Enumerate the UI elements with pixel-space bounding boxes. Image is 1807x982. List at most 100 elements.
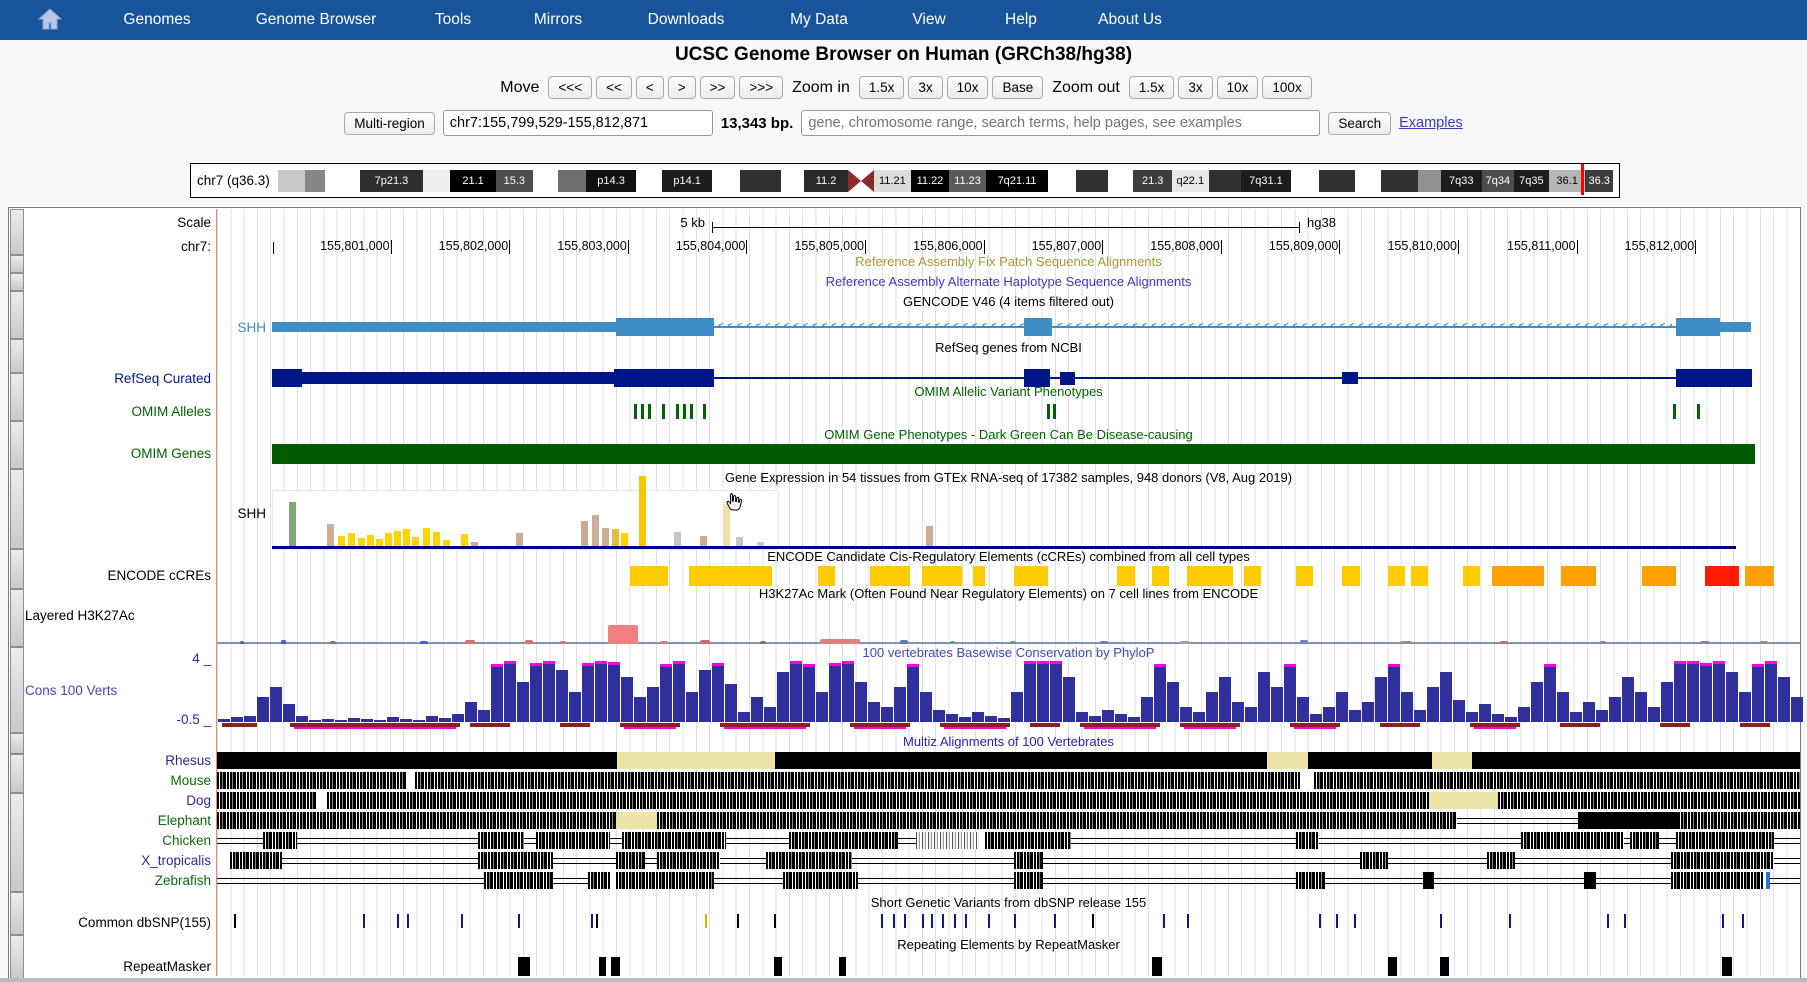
alignment-block[interactable]	[327, 792, 1429, 809]
alignment-block[interactable]	[616, 872, 714, 889]
snp-variant-tick[interactable]	[893, 914, 895, 928]
repeat-element[interactable]	[839, 957, 846, 976]
repeat-element[interactable]	[518, 957, 530, 976]
ccre-element[interactable]	[630, 566, 668, 586]
phylop-bar[interactable]	[1492, 714, 1504, 722]
track-drag-handle[interactable]	[10, 255, 24, 273]
phylop-bar[interactable]	[1440, 672, 1452, 722]
phylop-bar[interactable]	[1245, 707, 1257, 722]
gtex-expression-bar[interactable]	[639, 476, 646, 546]
snp-variant-tick[interactable]	[1607, 914, 1609, 928]
phylop-bar[interactable]	[1427, 687, 1439, 722]
alignment-block[interactable]	[1498, 792, 1800, 809]
alignment-block[interactable]	[1671, 852, 1774, 869]
ccre-element[interactable]	[870, 566, 910, 586]
omim-allele-variant[interactable]	[641, 404, 644, 419]
h3k27ac-peak[interactable]	[281, 640, 286, 644]
phylop-bar[interactable]	[725, 684, 737, 722]
snp-variant-tick[interactable]	[1054, 914, 1056, 928]
alignment-block[interactable]	[657, 812, 1457, 829]
refseq-shh-exon[interactable]	[1024, 369, 1050, 387]
snp-variant-tick[interactable]	[1509, 914, 1511, 928]
ccre-element[interactable]	[1561, 566, 1596, 586]
phylop-bar[interactable]	[1310, 714, 1322, 722]
h3k27ac-peak[interactable]	[900, 640, 908, 644]
alignment-block[interactable]	[985, 832, 1071, 849]
omim-allele-variant[interactable]	[662, 404, 665, 419]
snp-variant-tick[interactable]	[881, 914, 883, 928]
phylop-bar[interactable]	[517, 682, 529, 722]
phylop-bar[interactable]	[1063, 677, 1075, 722]
gtex-expression-bar[interactable]	[327, 524, 334, 546]
ccre-element[interactable]	[1388, 566, 1405, 586]
snp-variant-tick[interactable]	[954, 914, 956, 928]
gtex-expression-bar[interactable]	[348, 533, 355, 546]
species-label[interactable]: Mouse	[25, 773, 211, 789]
alignment-block[interactable]	[1584, 872, 1596, 889]
h3k27ac-peak[interactable]	[1100, 641, 1108, 644]
gtex-expression-bar[interactable]	[516, 533, 523, 546]
gtex-expression-bar[interactable]	[602, 528, 609, 546]
phylop-bar[interactable]	[400, 719, 412, 722]
phylop-bar[interactable]	[1141, 697, 1153, 722]
phylop-bar[interactable]	[1635, 692, 1647, 722]
phylop-bar[interactable]	[361, 719, 373, 722]
snp-variant-tick[interactable]	[1092, 914, 1094, 928]
snp-variant-tick[interactable]	[591, 914, 593, 928]
phylop-bar[interactable]	[283, 704, 295, 722]
repeat-element[interactable]	[1722, 957, 1732, 976]
h3k27ac-peak[interactable]	[1760, 641, 1768, 644]
phylop-bar[interactable]	[569, 692, 581, 722]
refseq-shh-exon[interactable]	[614, 369, 714, 387]
phylop-bar[interactable]	[1167, 682, 1179, 722]
alignment-block[interactable]	[478, 832, 524, 849]
gtex-expression-bar[interactable]	[433, 532, 440, 546]
snp-variant-tick[interactable]	[1354, 914, 1356, 928]
alignment-block[interactable]	[407, 772, 415, 789]
omim-allele-variant[interactable]	[634, 404, 637, 419]
phylop-bar[interactable]	[1271, 687, 1283, 722]
alignment-block[interactable]	[1487, 852, 1515, 869]
ccre-element[interactable]	[1463, 566, 1480, 586]
phylop-bar[interactable]	[387, 717, 399, 722]
species-label[interactable]: Dog	[25, 793, 211, 809]
alignment-block[interactable]	[1423, 872, 1434, 889]
species-label[interactable]: Elephant	[25, 813, 211, 829]
alignment-block[interactable]	[657, 852, 720, 869]
gtex-expression-bar[interactable]	[358, 538, 365, 546]
phylop-bar[interactable]	[1661, 682, 1673, 722]
phylop-bar[interactable]	[1531, 682, 1543, 722]
snp-variant-tick[interactable]	[461, 914, 463, 928]
snp-variant-tick[interactable]	[1163, 914, 1165, 928]
alignment-block[interactable]	[775, 752, 1267, 769]
track-drag-handle[interactable]	[10, 373, 24, 421]
alignment-block[interactable]	[588, 872, 611, 889]
alignment-block[interactable]	[1308, 752, 1432, 769]
ccre-element[interactable]	[1642, 566, 1676, 586]
phylop-bar[interactable]	[1336, 692, 1348, 722]
phylop-bar[interactable]	[1180, 707, 1192, 722]
alignment-block[interactable]	[317, 792, 327, 809]
phylop-bar[interactable]	[621, 677, 633, 722]
phylop-bar[interactable]	[608, 665, 620, 722]
phylop-bar[interactable]	[1375, 677, 1387, 722]
track-drag-handle[interactable]	[10, 892, 24, 935]
ccre-element[interactable]	[1014, 566, 1048, 586]
phylop-bar[interactable]	[634, 697, 646, 722]
phylop-bar[interactable]	[296, 716, 308, 722]
ccre-element[interactable]	[689, 566, 772, 586]
gtex-expression-bar[interactable]	[700, 536, 707, 546]
h3k27ac-peak[interactable]	[1400, 641, 1412, 644]
h3k27ac-peak[interactable]	[760, 641, 766, 644]
gtex-expression-bar[interactable]	[926, 526, 933, 546]
alignment-block[interactable]	[478, 852, 553, 869]
phylop-bar[interactable]	[465, 702, 477, 722]
ccre-element[interactable]	[1244, 566, 1261, 586]
alignment-block[interactable]	[230, 852, 282, 869]
alignment-block[interactable]	[617, 752, 775, 769]
phylop-bar[interactable]	[530, 666, 542, 722]
gtex-expression-bar[interactable]	[394, 531, 401, 546]
phylop-bar[interactable]	[738, 712, 750, 722]
phylop-bar[interactable]	[1050, 664, 1062, 722]
snp-variant-tick[interactable]	[1319, 914, 1321, 928]
